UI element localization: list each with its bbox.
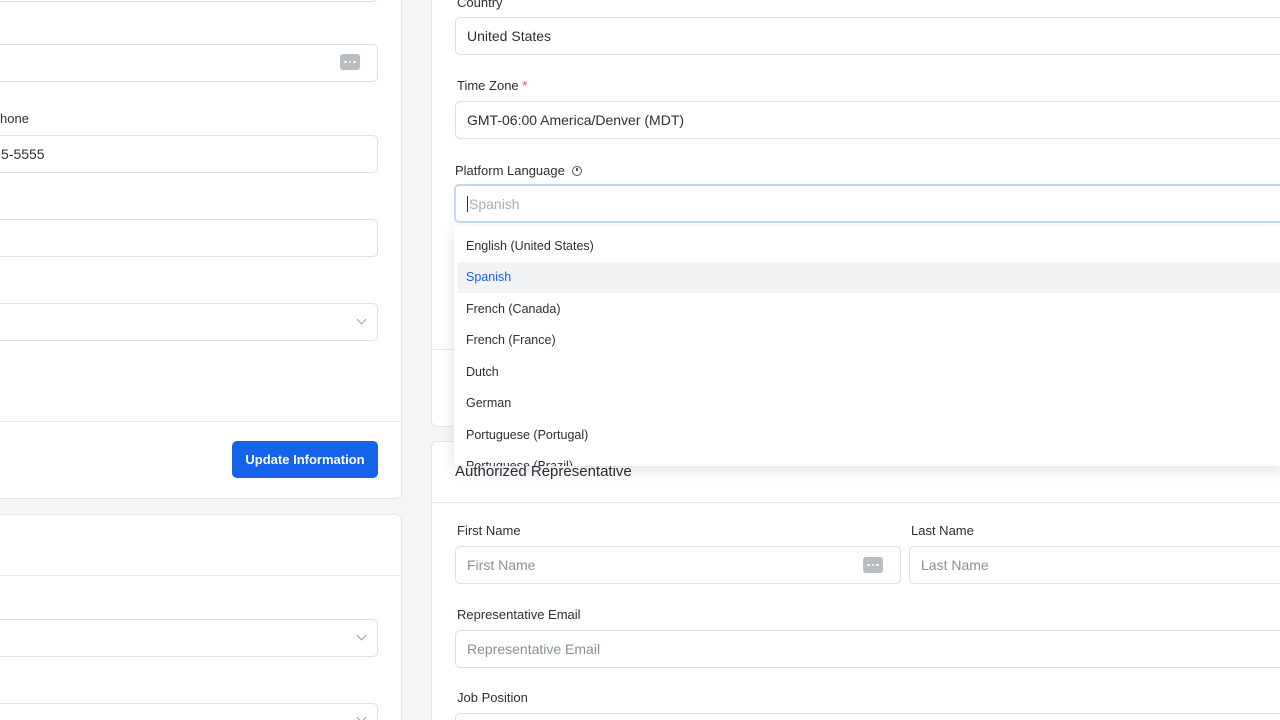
representative-email-label: Representative Email — [457, 607, 581, 622]
representative-email-input[interactable]: Representative Email — [455, 630, 1280, 668]
timezone-label-text: Time Zone — [457, 78, 519, 93]
platform-language-label-text: Platform Language — [455, 163, 565, 178]
info-icon[interactable] — [572, 166, 583, 176]
first-name-placeholder: First Name — [467, 557, 536, 573]
language-option[interactable]: Portuguese (Brazil) — [454, 451, 1280, 466]
left-top-field[interactable] — [0, 0, 378, 2]
phone-value: 5-5555 — [1, 146, 45, 162]
timezone-select[interactable]: GMT-06:00 America/Denver (MDT) — [455, 101, 1280, 139]
representative-card-divider — [432, 502, 1280, 503]
language-option[interactable]: Dutch — [454, 356, 1280, 388]
country-value: United States — [467, 28, 552, 44]
language-options-list: English (United States) Spanish French (… — [454, 226, 1280, 466]
left-field-3[interactable] — [0, 219, 378, 257]
job-position-input[interactable] — [455, 713, 1280, 720]
text-caret — [467, 195, 468, 212]
phone-input[interactable]: 5-5555 — [0, 135, 378, 173]
required-marker: * — [522, 78, 528, 93]
platform-language-input[interactable]: Spanish — [454, 184, 1280, 223]
country-input[interactable]: United States — [455, 17, 1280, 55]
first-name-label: First Name — [457, 523, 521, 538]
language-option[interactable]: Portuguese (Portugal) — [454, 419, 1280, 451]
platform-language-label: Platform Language — [455, 163, 583, 178]
country-label: Country — [457, 0, 503, 10]
timezone-label: Time Zone * — [457, 78, 527, 93]
job-position-label: Job Position — [457, 690, 528, 705]
left-select-3[interactable] — [0, 703, 378, 720]
left-card-footer-divider — [0, 421, 401, 422]
first-name-input[interactable]: First Name — [455, 546, 901, 584]
language-option[interactable]: French (Canada) — [454, 293, 1280, 325]
autofill-dots-icon[interactable] — [340, 54, 360, 70]
left-name-field[interactable] — [0, 44, 378, 82]
last-name-label: Last Name — [911, 523, 974, 538]
update-information-button[interactable]: Update Information — [232, 441, 378, 478]
phone-label: hone — [0, 111, 29, 126]
timezone-value: GMT-06:00 America/Denver (MDT) — [467, 112, 685, 128]
autofill-dots-icon[interactable] — [863, 557, 883, 573]
last-name-placeholder: Last Name — [921, 557, 989, 573]
language-dropdown[interactable]: English (United States) Spanish French (… — [454, 226, 1280, 466]
language-option[interactable]: German — [454, 388, 1280, 420]
platform-language-value: Spanish — [469, 195, 520, 212]
last-name-input[interactable]: Last Name — [909, 546, 1280, 584]
language-option[interactable]: English (United States) — [454, 230, 1280, 262]
language-option[interactable]: French (France) — [454, 325, 1280, 357]
representative-email-placeholder: Representative Email — [467, 641, 601, 657]
left-select-1[interactable] — [0, 303, 378, 341]
left-second-card — [0, 514, 402, 720]
language-option-selected[interactable]: Spanish — [458, 261, 1280, 293]
left-second-card-divider — [0, 575, 401, 576]
left-select-2[interactable] — [0, 619, 378, 657]
